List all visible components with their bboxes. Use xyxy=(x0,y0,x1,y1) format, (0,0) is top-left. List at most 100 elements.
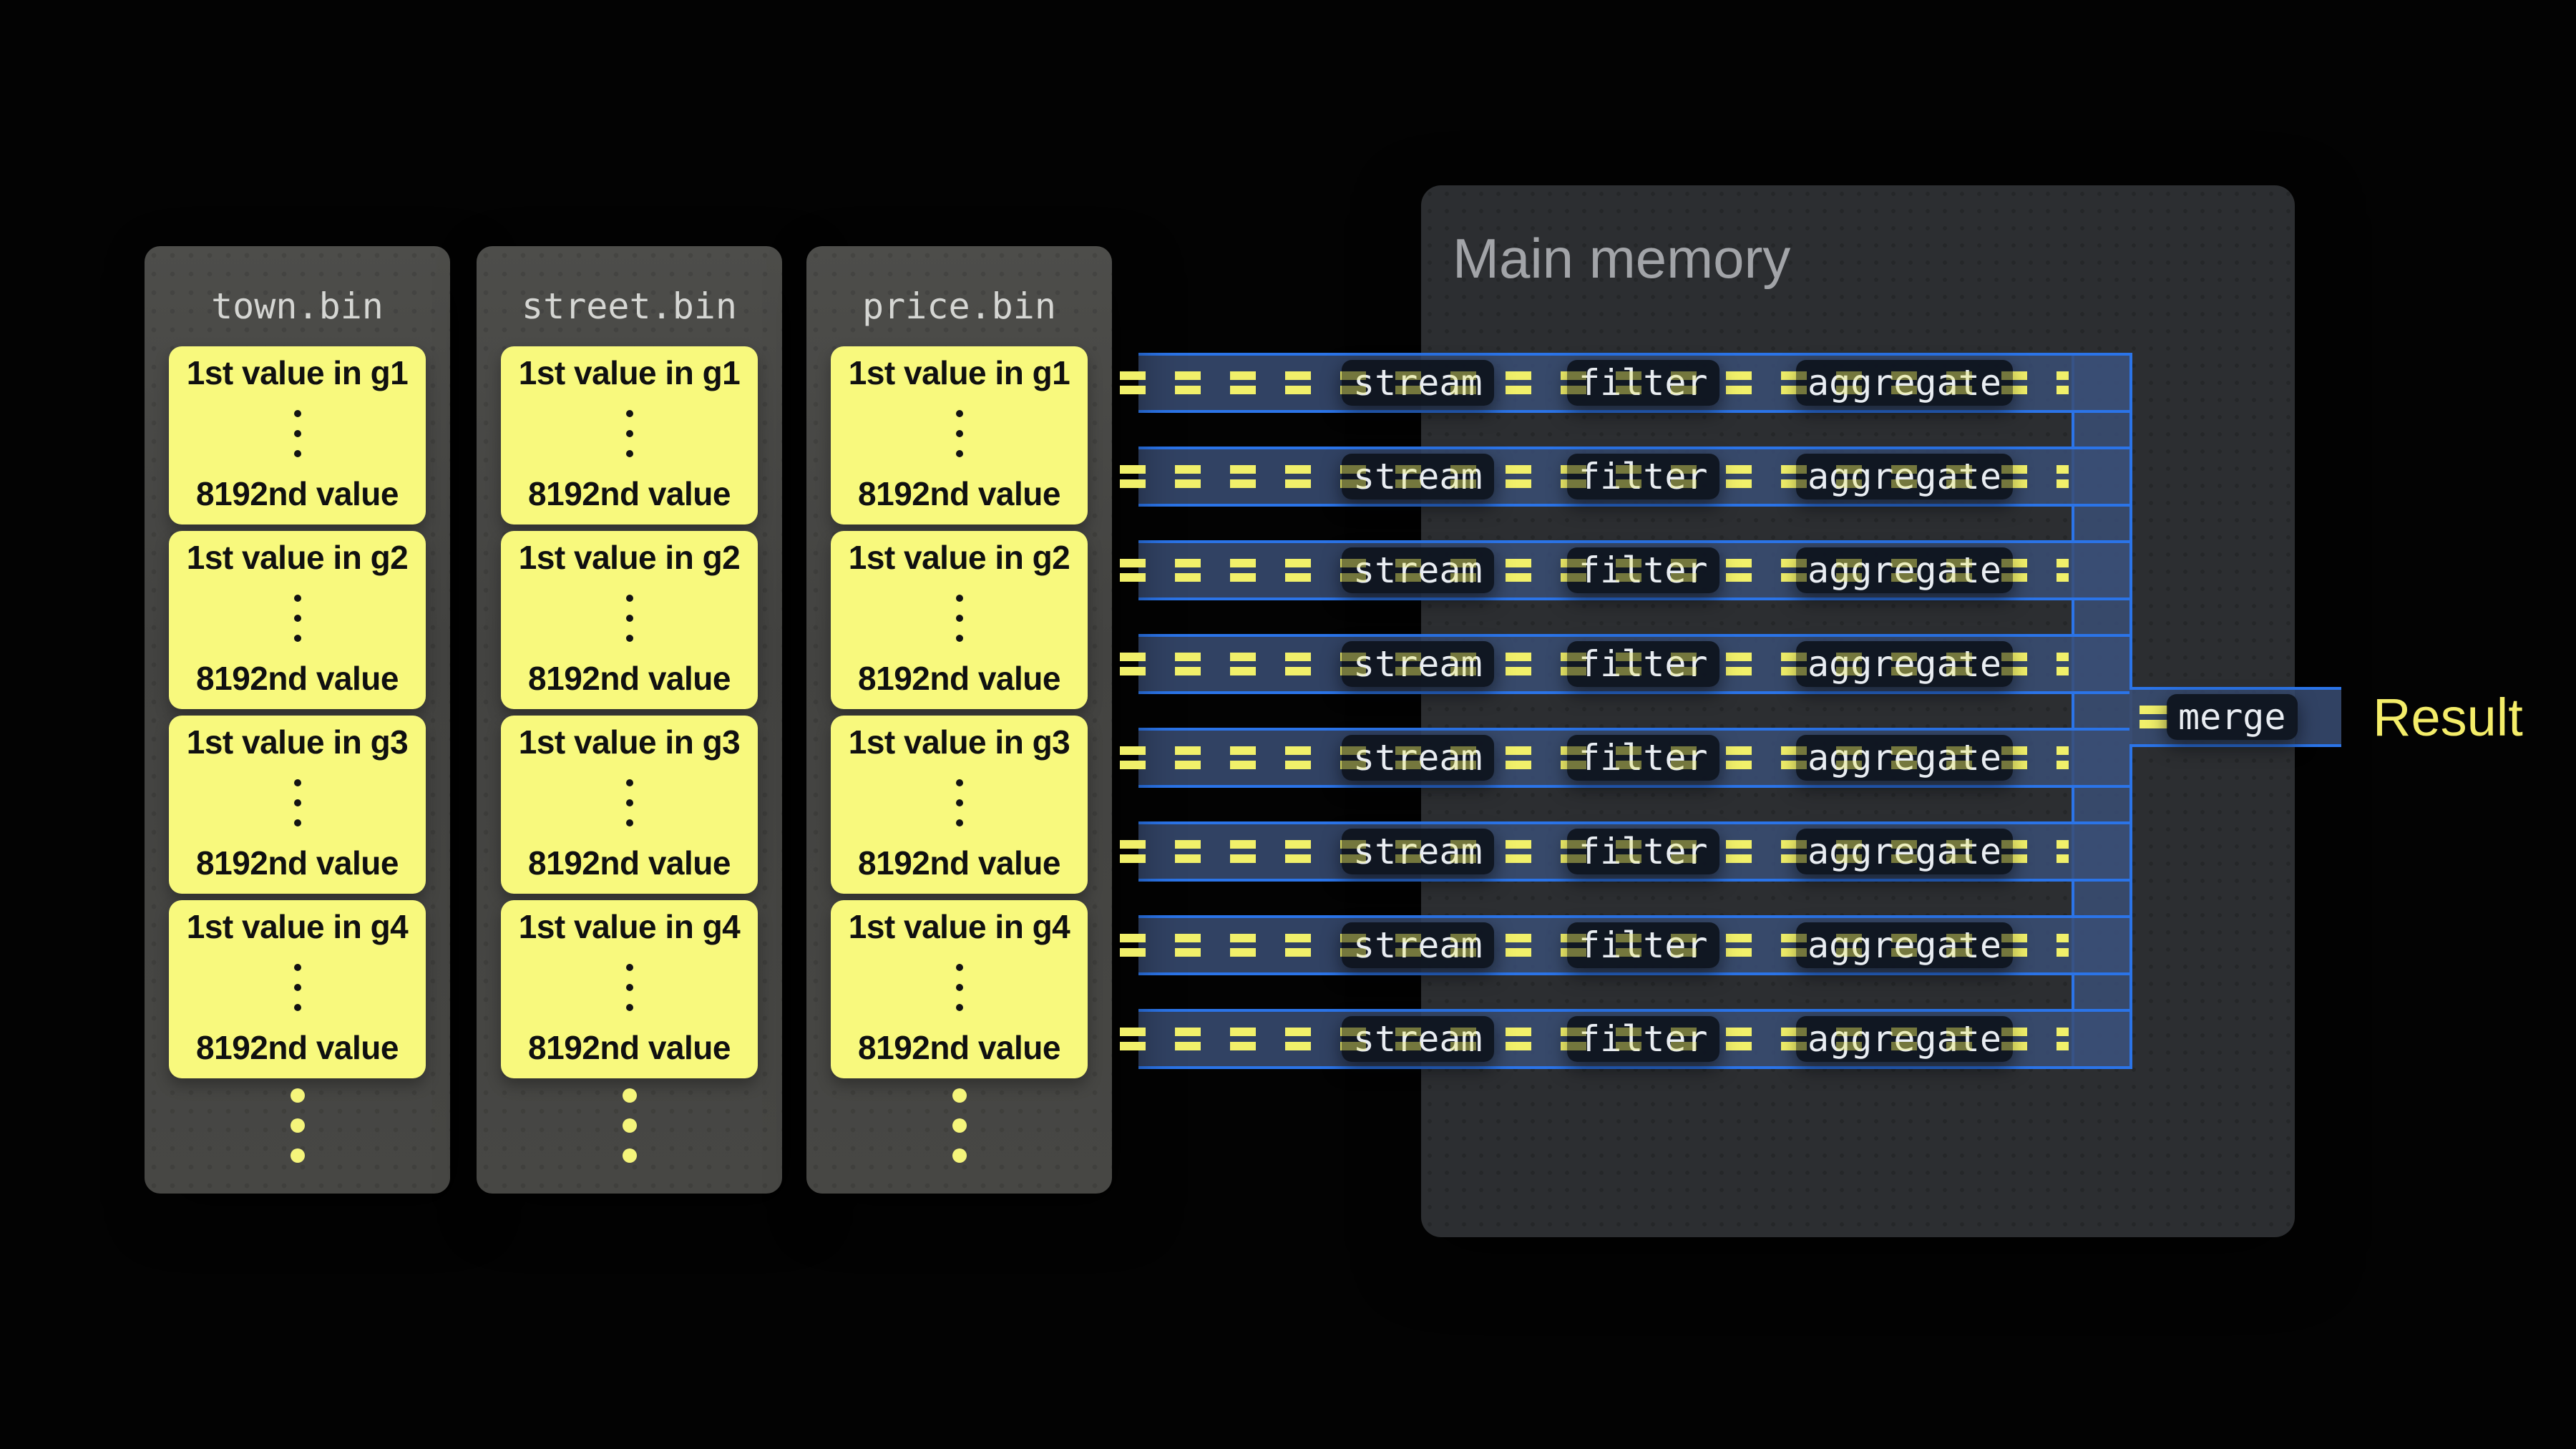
stage-filter-box: filter xyxy=(1567,735,1719,781)
dataflow-dashes xyxy=(2140,706,2168,728)
pipeline-rows: stream filter aggregate stream filter aggrega… xyxy=(1138,353,2129,1069)
stage-label: stream xyxy=(1353,1021,1483,1057)
group-first-value: 1st value in g4 xyxy=(519,907,741,946)
stage-label: aggregate xyxy=(1807,740,2001,776)
stage-label: aggregate xyxy=(1807,1021,2001,1057)
stage-label: aggregate xyxy=(1807,459,2001,494)
stage-label: stream xyxy=(1353,552,1483,588)
value-group-block: 1st value in g28192nd value xyxy=(501,531,758,709)
stage-filter-box: filter xyxy=(1567,922,1719,968)
value-blocks: 1st value in g18192nd value1st value in … xyxy=(169,346,426,1085)
stage-aggregate-box: aggregate xyxy=(1796,547,2013,593)
stage-stream-box: stream xyxy=(1342,547,1494,593)
stage-label: filter xyxy=(1579,1021,1708,1057)
pipeline-row: stream filter aggregate xyxy=(1138,540,2129,600)
stage-stream-box: stream xyxy=(1342,735,1494,781)
group-ellipsis xyxy=(956,957,963,1018)
stage-aggregate-box: aggregate xyxy=(1796,641,2013,687)
group-first-value: 1st value in g2 xyxy=(187,538,409,577)
group-ellipsis xyxy=(626,588,633,648)
stage-label: stream xyxy=(1353,646,1483,682)
value-group-block: 1st value in g3 8192nd value xyxy=(501,716,758,894)
result-label: Result xyxy=(2373,687,2523,747)
stage-stream-box: stream xyxy=(1342,1016,1494,1062)
group-ellipsis xyxy=(956,404,963,464)
merge-label: merge xyxy=(2178,699,2286,735)
stage-label: stream xyxy=(1353,365,1483,401)
stage-label: filter xyxy=(1579,834,1708,869)
value-group-block: 1st value in g48192nd value xyxy=(169,900,426,1078)
more-groups-ellipsis xyxy=(145,1080,450,1171)
stage-filter-box: filter xyxy=(1567,547,1719,593)
group-ellipsis xyxy=(956,773,963,833)
main-memory-title: Main memory xyxy=(1453,226,1790,291)
group-first-value: 1st value in g3 xyxy=(519,723,741,761)
stage-stream-box: stream xyxy=(1342,641,1494,687)
stage-label: stream xyxy=(1353,927,1483,963)
stage-label: filter xyxy=(1579,459,1708,494)
group-ellipsis xyxy=(956,588,963,648)
stage-label: filter xyxy=(1579,552,1708,588)
group-last-value: 8192nd value xyxy=(528,659,731,698)
group-ellipsis xyxy=(294,773,301,833)
stage-aggregate-box: aggregate xyxy=(1796,454,2013,499)
group-ellipsis xyxy=(294,404,301,464)
pipeline-row: stream filter aggregate xyxy=(1138,728,2129,788)
group-last-value: 8192nd value xyxy=(196,659,399,698)
group-first-value: 1st value in g3 xyxy=(187,723,409,761)
stage-filter-box: filter xyxy=(1567,641,1719,687)
group-first-value: 1st value in g4 xyxy=(849,907,1070,946)
group-last-value: 8192nd value xyxy=(858,844,1060,882)
collector-right-border-bottom xyxy=(2129,747,2132,1069)
group-first-value: 1st value in g2 xyxy=(849,538,1070,577)
value-group-block: 1st value in g38192nd value xyxy=(169,716,426,894)
stage-label: filter xyxy=(1579,740,1708,776)
stage-aggregate-box: aggregate xyxy=(1796,1016,2013,1062)
group-first-value: 1st value in g1 xyxy=(187,353,409,392)
stage-label: stream xyxy=(1353,834,1483,869)
group-ellipsis xyxy=(626,957,633,1018)
value-group-block: 1st value in g2 8192nd value xyxy=(169,531,426,709)
file-column-title: street.bin xyxy=(477,246,782,356)
stage-aggregate-box: aggregate xyxy=(1796,922,2013,968)
group-ellipsis xyxy=(294,588,301,648)
group-last-value: 8192nd value xyxy=(858,1028,1060,1067)
pipeline-row: stream filter aggregate xyxy=(1138,821,2129,882)
stage-label: stream xyxy=(1353,459,1483,494)
stage-label: aggregate xyxy=(1807,927,2001,963)
stage-aggregate-box: aggregate xyxy=(1796,829,2013,874)
more-groups-ellipsis xyxy=(477,1080,782,1171)
stage-filter-box: filter xyxy=(1567,360,1719,406)
stage-aggregate-box: aggregate xyxy=(1796,735,2013,781)
collector-right-border-top xyxy=(2129,353,2132,687)
group-last-value: 8192nd value xyxy=(528,844,731,882)
stage-label: filter xyxy=(1579,365,1708,401)
stage-label: aggregate xyxy=(1807,834,2001,869)
file-column-town: town.bin 1st value in g18192nd value1st … xyxy=(145,246,450,1194)
stage-label: aggregate xyxy=(1807,646,2001,682)
file-column-price: price.bin 1st value in g18192nd value1st… xyxy=(806,246,1112,1194)
pipeline-row: stream filter aggregate xyxy=(1138,1009,2129,1069)
value-group-block: 1st value in g18192nd value xyxy=(501,346,758,525)
stage-filter-box: filter xyxy=(1567,1016,1719,1062)
group-last-value: 8192nd value xyxy=(858,474,1060,513)
value-group-block: 1st value in g28192nd value xyxy=(831,531,1088,709)
group-ellipsis xyxy=(626,404,633,464)
value-group-block: 1st value in g18192nd value xyxy=(169,346,426,525)
group-ellipsis xyxy=(294,957,301,1018)
group-ellipsis xyxy=(626,773,633,833)
value-blocks: 1st value in g18192nd value1st value in … xyxy=(831,346,1088,1085)
stage-label: filter xyxy=(1579,646,1708,682)
group-last-value: 8192nd value xyxy=(528,474,731,513)
stage-stream-box: stream xyxy=(1342,454,1494,499)
file-column-title: price.bin xyxy=(806,246,1112,356)
stage-stream-box: stream xyxy=(1342,922,1494,968)
stage-label: aggregate xyxy=(1807,365,2001,401)
merge-bar: merge xyxy=(2129,687,2341,747)
stage-filter-box: filter xyxy=(1567,829,1719,874)
group-last-value: 8192nd value xyxy=(528,1028,731,1067)
stage-aggregate-box: aggregate xyxy=(1796,360,2013,406)
pipeline-row: stream filter aggregate xyxy=(1138,447,2129,507)
group-first-value: 1st value in g4 xyxy=(187,907,409,946)
pipeline-row: stream filter aggregate xyxy=(1138,634,2129,694)
